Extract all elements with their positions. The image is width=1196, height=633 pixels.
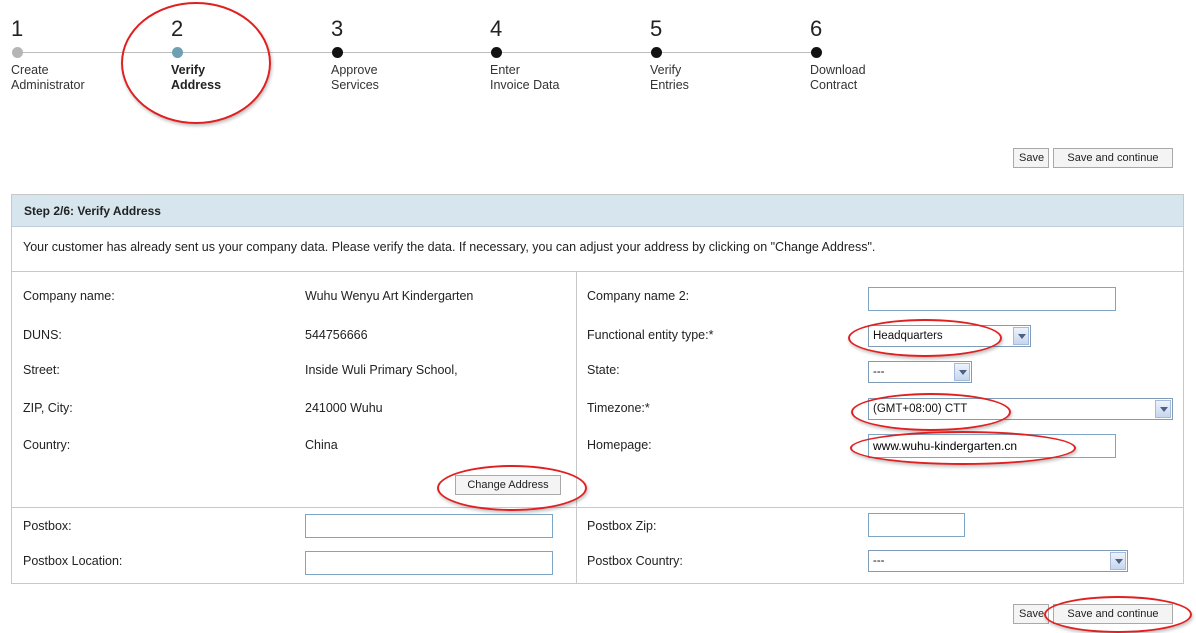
zip-city-label: ZIP, City: [23,401,73,415]
postbox-location-input[interactable] [305,551,553,575]
step-label: Approve Services [331,63,379,92]
step-dot-icon [811,47,822,58]
company-name-value: Wuhu Wenyu Art Kindergarten [305,289,474,303]
company-name-label: Company name: [23,289,115,303]
step-dot-icon [172,47,183,58]
duns-value: 544756666 [305,328,368,342]
timezone-value: (GMT+08:00) CTT [873,403,968,415]
chevron-down-icon[interactable] [1013,327,1029,345]
state-label: State: [587,363,620,377]
divider [12,271,1183,272]
entity-type-select[interactable]: Headquarters [868,325,1031,347]
step-label: Enter Invoice Data [490,63,560,92]
postbox-zip-label: Postbox Zip: [587,519,657,533]
timezone-label: Timezone:* [587,401,650,415]
save-button-bottom[interactable]: Save [1013,604,1049,624]
duns-label: DUNS: [23,328,62,342]
postbox-country-select[interactable]: --- [868,550,1128,572]
save-button-top[interactable]: Save [1013,148,1049,168]
homepage-label: Homepage: [587,438,652,452]
street-value: Inside Wuli Primary School, [305,363,458,377]
step-number: 5 [650,16,663,41]
step-number: 6 [810,16,823,41]
postbox-country-value: --- [873,555,885,567]
state-value: --- [873,366,885,378]
step-number: 1 [11,16,24,41]
save-and-continue-button-top[interactable]: Save and continue [1053,148,1173,168]
street-label: Street: [23,363,60,377]
state-select[interactable]: --- [868,361,972,383]
entity-type-label: Functional entity type:* [587,328,714,342]
change-address-button[interactable]: Change Address [455,475,561,495]
step-number: 3 [331,16,344,41]
step-dot-icon [332,47,343,58]
panel-header: Step 2/6: Verify Address [12,195,1183,227]
chevron-down-icon[interactable] [954,363,970,381]
company-name-2-label: Company name 2: [587,289,690,303]
company-name-2-input[interactable] [868,287,1116,311]
postbox-input[interactable] [305,514,553,538]
timezone-select[interactable]: (GMT+08:00) CTT [868,398,1173,420]
chevron-down-icon[interactable] [1155,400,1171,418]
step-number: 2 [171,16,184,41]
chevron-down-icon[interactable] [1110,552,1126,570]
panel-title: Step 2/6: Verify Address [24,204,161,218]
step-label: Create Administrator [11,63,85,92]
step-label: Verify Address [171,63,222,92]
step-label: Verify Entries [650,63,689,92]
step-dot-icon [651,47,662,58]
save-and-continue-button-bottom[interactable]: Save and continue [1053,604,1173,624]
step-dot-icon [491,47,502,58]
verify-address-panel: Step 2/6: Verify Address Your customer h… [11,194,1184,584]
step-number: 4 [490,16,503,41]
postbox-country-label: Postbox Country: [587,554,683,568]
divider [12,507,1183,508]
postbox-location-label: Postbox Location: [23,554,123,568]
step-label: Download Contract [810,63,866,92]
column-divider [576,271,577,584]
country-label: Country: [23,438,71,452]
entity-type-value: Headquarters [873,330,943,342]
panel-intro-text: Your customer has already sent us your c… [23,240,876,254]
postbox-label: Postbox: [23,519,72,533]
homepage-input[interactable] [868,434,1116,458]
wizard-progress-line [17,52,820,53]
step-dot-icon [12,47,23,58]
zip-city-value: 241000 Wuhu [305,401,383,415]
country-value: China [305,438,338,452]
postbox-zip-input[interactable] [868,513,965,537]
